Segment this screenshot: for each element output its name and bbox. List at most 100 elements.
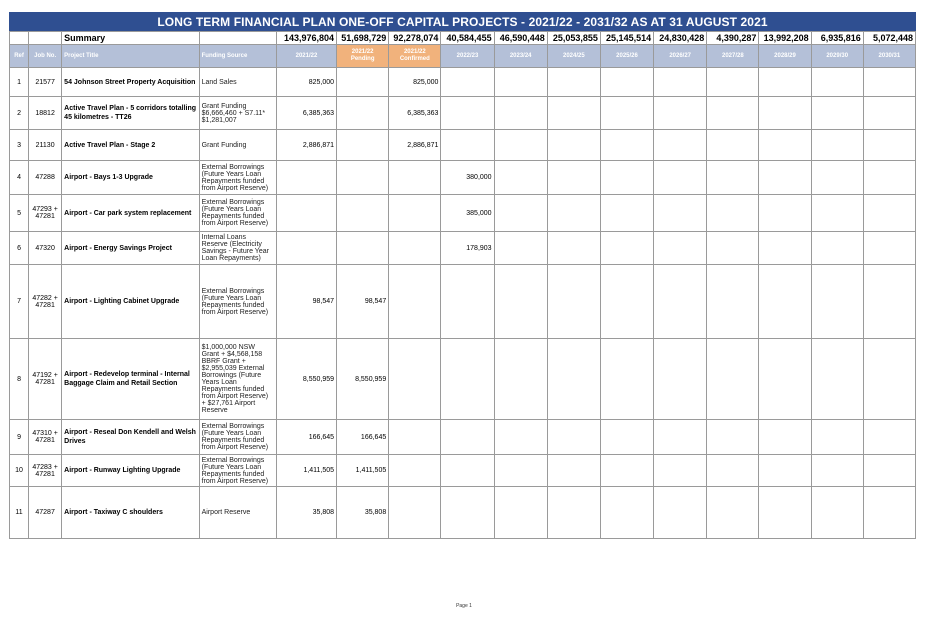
funding-source-cell: External Borrowings (Future Years Loan R… <box>198 264 277 339</box>
amount-cell: 6,385,363 <box>388 96 442 130</box>
amount-cell <box>599 129 655 161</box>
amount-cell <box>599 264 655 339</box>
funding-source-cell: Airport Reserve <box>198 486 277 539</box>
amount-cell <box>862 338 917 420</box>
amount-cell <box>546 231 601 265</box>
amount-cell <box>758 231 812 265</box>
year-header: 2023/24 <box>493 44 548 68</box>
amount-cell <box>493 129 548 161</box>
amount-cell: 98,547 <box>275 264 338 339</box>
summary-value: 5,072,448 <box>862 31 917 45</box>
amount-cell <box>862 129 917 161</box>
year-header-line1: 2028/29 <box>774 52 796 59</box>
amount-cell <box>546 67 601 97</box>
funding-source-cell: Land Sales <box>198 67 277 97</box>
amount-cell <box>706 160 760 195</box>
ref-cell: 9 <box>8 419 30 455</box>
amount-cell <box>758 160 812 195</box>
amount-cell <box>758 338 812 420</box>
amount-cell <box>440 129 495 161</box>
job-number-cell: 47282 + 47281 <box>28 264 63 339</box>
summary-value: 40,584,455 <box>440 31 495 45</box>
amount-cell <box>388 454 442 487</box>
amount-cell <box>810 486 864 539</box>
table-row: 4 47288 Airport - Bays 1-3 Upgrade External… <box>8 160 917 195</box>
amount-cell <box>862 96 917 130</box>
amount-cell <box>758 264 812 339</box>
table-row: 5 47293 + 47281 Airport - Car park system … <box>8 194 917 232</box>
table-row: 1 21577 54 Johnson Street Property Acquisi… <box>8 67 917 97</box>
funding-source-cell: $1,000,000 NSW Grant + $4,568,158 BBRF G… <box>198 338 277 420</box>
amount-cell <box>810 160 864 195</box>
table-row: 11 47287 Airport - Taxiway C shoulders Airp… <box>8 486 917 539</box>
summary-value: 51,698,729 <box>336 31 390 45</box>
amount-cell <box>336 231 390 265</box>
amount-cell <box>546 160 601 195</box>
project-title-cell: Active Travel Plan - 5 corridors totalli… <box>61 96 200 130</box>
amount-cell <box>336 67 390 97</box>
ref-header: Ref <box>8 44 30 68</box>
amount-cell <box>653 160 708 195</box>
amount-cell: 166,645 <box>275 419 338 455</box>
year-header: 2029/30 <box>810 44 864 68</box>
amount-cell <box>706 194 760 232</box>
sheet-title: LONG TERM FINANCIAL PLAN ONE-OFF CAPITAL… <box>9 12 916 31</box>
amount-cell <box>493 194 548 232</box>
amount-cell <box>706 486 760 539</box>
financial-plan-sheet: LONG TERM FINANCIAL PLAN ONE-OFF CAPITAL… <box>8 12 917 539</box>
year-header: 2026/27 <box>653 44 708 68</box>
table-row: 10 47283 + 47281 Airport - Runway Lighting… <box>8 454 917 487</box>
amount-cell <box>758 67 812 97</box>
amount-cell <box>758 129 812 161</box>
amount-cell <box>653 231 708 265</box>
table-row: 2 18812 Active Travel Plan - 5 corridors t… <box>8 96 917 130</box>
job-number-cell: 47310 + 47281 <box>28 419 63 455</box>
ref-cell: 2 <box>8 96 30 130</box>
amount-cell <box>336 129 390 161</box>
amount-cell <box>546 129 601 161</box>
amount-cell <box>388 231 442 265</box>
amount-cell <box>653 194 708 232</box>
job-number-cell: 47283 + 47281 <box>28 454 63 487</box>
amount-cell: 380,000 <box>440 160 495 195</box>
table-row: 6 47320 Airport - Energy Savings Project In… <box>8 231 917 265</box>
amount-cell <box>599 160 655 195</box>
summary-value: 25,053,855 <box>546 31 601 45</box>
amount-cell <box>810 454 864 487</box>
amount-cell <box>599 454 655 487</box>
amount-cell: 825,000 <box>275 67 338 97</box>
job-number-cell: 47320 <box>28 231 63 265</box>
capital-projects-table: Summary 143,976,804 51,698,729 92,278,074 4… <box>8 31 917 539</box>
year-header: 2025/26 <box>599 44 655 68</box>
amount-cell: 8,550,959 <box>275 338 338 420</box>
amount-cell <box>862 486 917 539</box>
amount-cell <box>275 194 338 232</box>
funding-source-cell: External Borrowings (Future Years Loan R… <box>198 419 277 455</box>
amount-cell <box>810 194 864 232</box>
year-header-line2: Pending <box>350 56 375 62</box>
job-header: Job No. <box>28 44 63 68</box>
amount-cell <box>810 419 864 455</box>
funding-source-cell: Grant Funding $6,666,460 + S7.11* $1,281… <box>198 96 277 130</box>
funding-source-cell: External Borrowings (Future Years Loan R… <box>198 194 277 232</box>
amount-cell: 98,547 <box>336 264 390 339</box>
amount-cell <box>388 419 442 455</box>
summary-value: 6,935,816 <box>810 31 864 45</box>
amount-cell <box>546 264 601 339</box>
funding-source-cell: External Borrowings (Future Years Loan R… <box>198 160 277 195</box>
amount-cell <box>653 419 708 455</box>
summary-value: 143,976,804 <box>275 31 338 45</box>
amount-cell <box>599 338 655 420</box>
amount-cell <box>388 160 442 195</box>
funding-source-cell: Grant Funding <box>198 129 277 161</box>
year-header: 2028/29 <box>758 44 812 68</box>
amount-cell <box>599 419 655 455</box>
amount-cell <box>653 338 708 420</box>
amount-cell <box>862 67 917 97</box>
amount-cell <box>336 194 390 232</box>
ref-cell: 8 <box>8 338 30 420</box>
amount-cell <box>862 264 917 339</box>
amount-cell: 1,411,505 <box>275 454 338 487</box>
amount-cell <box>440 67 495 97</box>
table-row: 9 47310 + 47281 Airport - Reseal Don Kende… <box>8 419 917 455</box>
